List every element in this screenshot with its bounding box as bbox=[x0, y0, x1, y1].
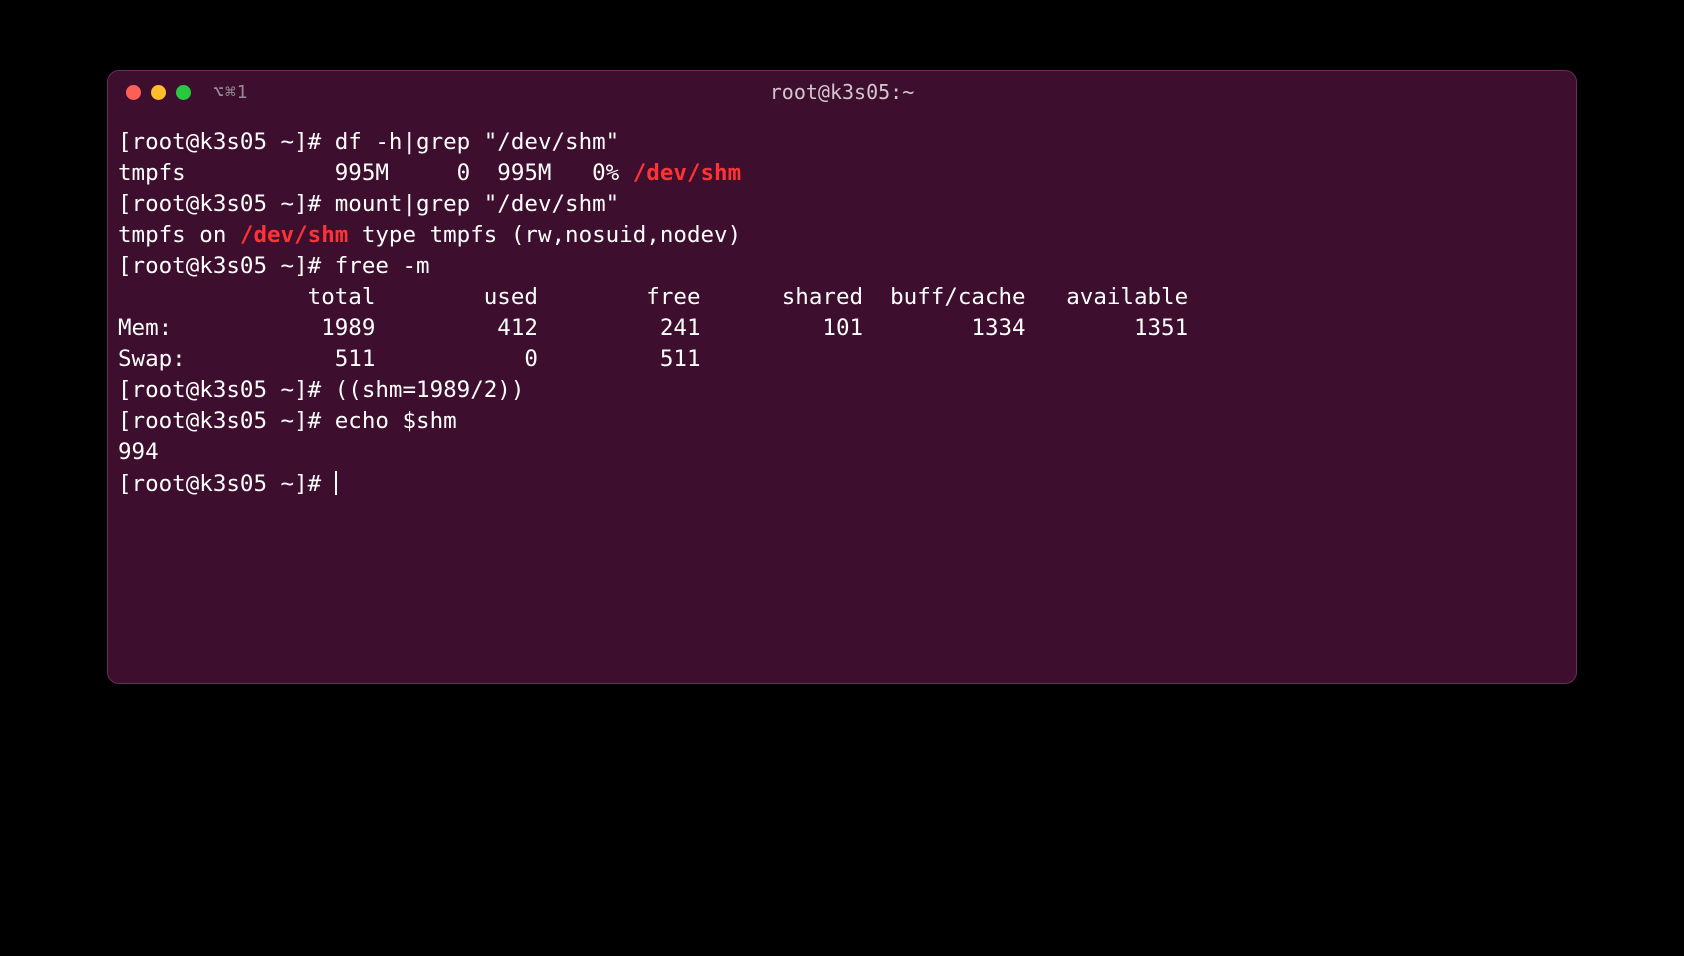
output-text: 994 bbox=[118, 439, 159, 465]
cursor bbox=[335, 471, 337, 495]
highlight-match: /dev/shm bbox=[633, 160, 741, 186]
output-text: type tmpfs (rw,nosuid,nodev) bbox=[348, 222, 741, 248]
title-bar[interactable]: ⌥⌘1 root@k3s05:~ bbox=[108, 71, 1576, 113]
close-icon[interactable] bbox=[126, 85, 141, 100]
terminal-body[interactable]: [root@k3s05 ~]# df -h|grep "/dev/shm" tm… bbox=[108, 113, 1576, 514]
traffic-lights bbox=[126, 85, 191, 100]
maximize-icon[interactable] bbox=[176, 85, 191, 100]
command-text: echo $shm bbox=[335, 408, 457, 434]
minimize-icon[interactable] bbox=[151, 85, 166, 100]
prompt: [root@k3s05 ~]# bbox=[118, 408, 335, 434]
output-header: total used free shared buff/cache availa… bbox=[118, 284, 1188, 310]
prompt: [root@k3s05 ~]# bbox=[118, 377, 335, 403]
output-row-swap: Swap: 511 0 511 bbox=[118, 346, 700, 372]
prompt: [root@k3s05 ~]# bbox=[118, 253, 335, 279]
prompt: [root@k3s05 ~]# bbox=[118, 191, 335, 217]
command-text: ((shm=1989/2)) bbox=[335, 377, 525, 403]
prompt: [root@k3s05 ~]# bbox=[118, 129, 335, 155]
output-text: tmpfs on bbox=[118, 222, 240, 248]
output-text: tmpfs 995M 0 995M 0% bbox=[118, 160, 633, 186]
highlight-match: /dev/shm bbox=[240, 222, 348, 248]
output-row-mem: Mem: 1989 412 241 101 1334 1351 bbox=[118, 315, 1188, 341]
terminal-window: ⌥⌘1 root@k3s05:~ [root@k3s05 ~]# df -h|g… bbox=[107, 70, 1577, 684]
command-text: free -m bbox=[335, 253, 430, 279]
tab-label: ⌥⌘1 bbox=[213, 82, 249, 103]
command-text: df -h|grep "/dev/shm" bbox=[335, 129, 619, 155]
prompt: [root@k3s05 ~]# bbox=[118, 471, 335, 497]
command-text: mount|grep "/dev/shm" bbox=[335, 191, 619, 217]
window-title: root@k3s05:~ bbox=[770, 80, 915, 104]
